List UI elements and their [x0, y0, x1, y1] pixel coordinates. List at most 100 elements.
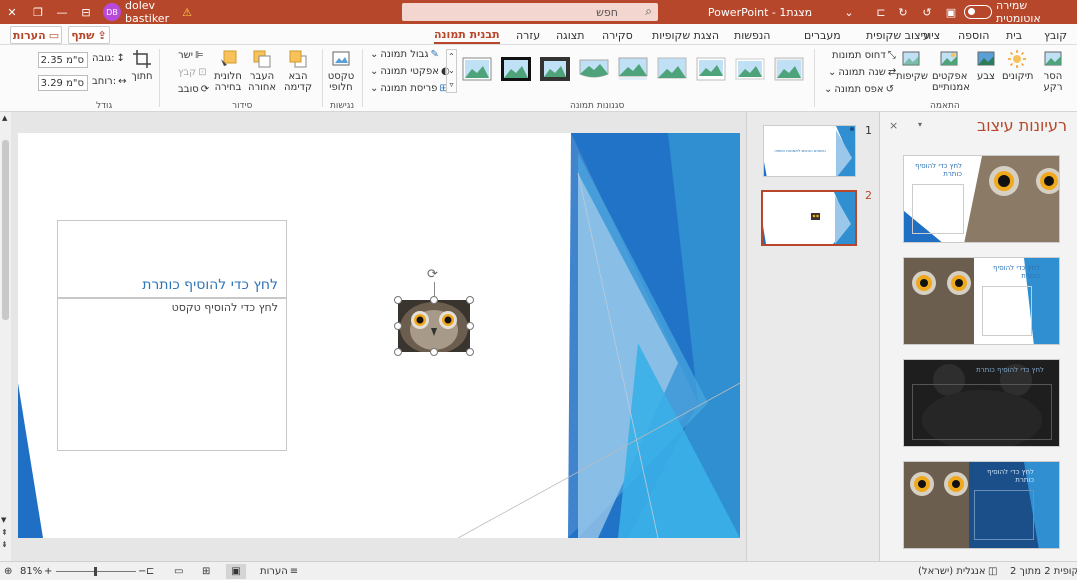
next-slide-icon[interactable]: ⇟ — [1, 540, 8, 549]
crop-button[interactable]: חתוך — [130, 49, 154, 82]
selection-pane-button[interactable]: חלונית בחירה — [214, 49, 242, 93]
design-idea-4[interactable]: לחץ כדי להוסיף כותרת — [903, 461, 1060, 549]
rotate-button[interactable]: סובב ⟳ — [178, 84, 209, 95]
resize-handle[interactable] — [466, 322, 474, 330]
slide-canvas[interactable]: לחץ כדי להוסיף כותרת לחץ כדי להוסיף טקסט… — [18, 133, 740, 538]
undo-icon[interactable]: ↺ — [920, 0, 934, 24]
title-placeholder[interactable]: לחץ כדי להוסיף כותרת — [57, 220, 287, 298]
present-icon[interactable]: ⊏ — [874, 0, 888, 24]
resize-handle[interactable] — [430, 348, 438, 356]
language-indicator[interactable]: אנגלית (ישראל) — [918, 564, 986, 579]
slide-thumbnail-2[interactable] — [761, 190, 857, 246]
width-field[interactable]: 3.29 ס"מ — [38, 75, 88, 91]
tab-file[interactable]: קובץ — [1044, 26, 1067, 44]
picture-style-thumb[interactable] — [696, 57, 726, 81]
artistic-effects-button[interactable]: אפקטים אמנותיים — [932, 49, 970, 93]
previous-slide-icon[interactable]: ⇞ — [1, 528, 8, 537]
align-button[interactable]: ישר ⊫ — [178, 50, 204, 61]
resize-handle[interactable] — [394, 296, 402, 304]
compress-pictures-button[interactable]: דחוס תמונות ⤡ — [832, 50, 896, 61]
picture-layout-button[interactable]: ⌄ פריסת תמונה ⊞ — [370, 83, 448, 94]
resize-handle[interactable] — [394, 348, 402, 356]
share-button[interactable]: שתף ⇪ — [68, 26, 110, 44]
zoom-in-icon[interactable]: + — [44, 564, 52, 579]
close-icon[interactable]: ✕ — [4, 0, 20, 24]
picture-style-thumb[interactable] — [462, 57, 492, 81]
picture-style-thumb[interactable] — [774, 57, 804, 81]
design-idea-2[interactable]: לחץ כדי להוסיף כותרת — [903, 257, 1060, 345]
picture-style-thumb[interactable] — [540, 57, 570, 81]
color-button[interactable]: צבע — [974, 49, 998, 82]
minimize-icon[interactable]: — — [54, 0, 70, 24]
height-field[interactable]: 2.35 ס"מ — [38, 52, 88, 68]
picture-border-button[interactable]: ⌄ גבול תמונה ✎ — [370, 49, 439, 60]
restore-icon[interactable]: ❐ — [30, 0, 46, 24]
status-bar: ⊕ 81% + − ⊏ ▭ ⊞ ▣ הערות ≡ אנגלית (ישראל)… — [0, 561, 1077, 580]
styles-gallery-scroll[interactable]: ⌃ ⌄ ▿ — [446, 49, 457, 93]
avatar[interactable]: DB — [103, 3, 121, 21]
tab-picture-format[interactable]: תבנית תמונה — [434, 26, 500, 44]
reading-view-icon[interactable]: ▭ — [174, 564, 183, 579]
tab-design[interactable]: עיצוב שקופית — [866, 26, 930, 44]
slide-sorter-icon[interactable]: ⊞ — [202, 564, 210, 579]
design-idea-1[interactable]: לחץ כדי להוסיף כותרת — [903, 155, 1060, 243]
autosave-toggle[interactable] — [964, 5, 992, 19]
transparency-button[interactable]: שקיפות — [896, 49, 928, 82]
tab-review[interactable]: סקירה — [602, 26, 633, 44]
zoom-level[interactable]: 81% — [20, 564, 42, 579]
picture-style-thumb[interactable] — [501, 57, 531, 81]
change-picture-button[interactable]: ⌄ שנה תמונה ⇄ — [828, 67, 896, 78]
fit-slide-icon[interactable]: ⊕ — [4, 564, 12, 579]
picture-style-thumb[interactable] — [657, 57, 687, 81]
warning-icon[interactable]: ⚠ — [180, 0, 194, 24]
picture-effects-button[interactable]: ⌄ אפקטי תמונה ◐ — [370, 66, 450, 77]
send-backward-button[interactable]: העבר אחורה — [248, 49, 276, 93]
zoom-slider[interactable] — [56, 567, 136, 576]
tab-transitions[interactable]: מעברים — [804, 26, 841, 44]
slideshow-view-icon[interactable]: ⊏ — [146, 564, 154, 579]
remove-background-button[interactable]: הסר רקע — [1040, 49, 1066, 93]
picture-style-thumb[interactable] — [735, 57, 765, 81]
group-button[interactable]: קבץ ⊡ — [178, 67, 207, 78]
picture-style-thumb[interactable] — [618, 57, 648, 81]
tab-animations[interactable]: הנפשות — [734, 26, 770, 44]
scroll-down-icon[interactable]: ▼ — [1, 516, 6, 524]
resize-handle[interactable] — [430, 296, 438, 304]
corrections-button[interactable]: תיקונים — [1002, 49, 1034, 82]
slide-thumbnail-1[interactable]: נושאים הבאים לתמונות אשפה — [763, 125, 856, 177]
normal-view-icon[interactable]: ▣ — [226, 564, 246, 579]
alt-text-button[interactable]: טקסט חלופי — [326, 49, 356, 93]
user-name[interactable]: dolev bastiker — [125, 0, 180, 25]
scroll-up-icon[interactable]: ▲ — [2, 114, 7, 122]
pane-options-icon[interactable]: ▾ — [918, 120, 922, 129]
notes-button[interactable]: הערות ≡ — [260, 564, 298, 579]
ribbon-display-icon[interactable]: ⊟ — [78, 0, 94, 24]
rotation-handle-icon[interactable]: ⟳ — [427, 268, 441, 282]
redo-icon[interactable]: ↻ — [896, 0, 910, 24]
reset-picture-button[interactable]: ⌄ אפס תמונה ↺ — [824, 84, 894, 95]
comments-label: הערות — [12, 28, 46, 42]
save-icon[interactable]: ▣ — [944, 0, 958, 24]
picture-style-thumb[interactable] — [579, 57, 609, 81]
tab-insert[interactable]: הוספה — [958, 26, 989, 44]
tab-view[interactable]: תצוגה — [556, 26, 584, 44]
scrollbar-thumb[interactable] — [2, 140, 9, 320]
selected-owl-picture[interactable]: ⟳ — [394, 268, 474, 356]
resize-handle[interactable] — [394, 322, 402, 330]
spelling-icon[interactable]: ◫ — [988, 564, 997, 579]
vertical-scrollbar[interactable]: ▲ ▼ ⇞ ⇟ — [0, 112, 11, 561]
tab-help[interactable]: עזרה — [516, 26, 540, 44]
more-commands-icon[interactable]: ⌄ — [842, 0, 856, 24]
design-idea-3[interactable]: לחץ כדי להוסיף כותרת — [903, 359, 1060, 447]
close-icon[interactable]: × — [889, 119, 898, 132]
text-placeholder[interactable]: לחץ כדי להוסיף טקסט — [57, 298, 287, 451]
resize-handle[interactable] — [466, 348, 474, 356]
tab-slideshow[interactable]: הצגת שקופיות — [652, 26, 719, 44]
bring-forward-button[interactable]: הבא קדימה — [284, 49, 312, 93]
tab-draw[interactable]: ציור — [922, 26, 940, 44]
zoom-slider-thumb[interactable] — [94, 567, 97, 576]
tab-home[interactable]: בית — [1006, 26, 1022, 44]
resize-handle[interactable] — [466, 296, 474, 304]
search-input[interactable]: חפש ⌕ — [402, 3, 658, 21]
comments-button[interactable]: הערות ▭ — [10, 26, 62, 44]
